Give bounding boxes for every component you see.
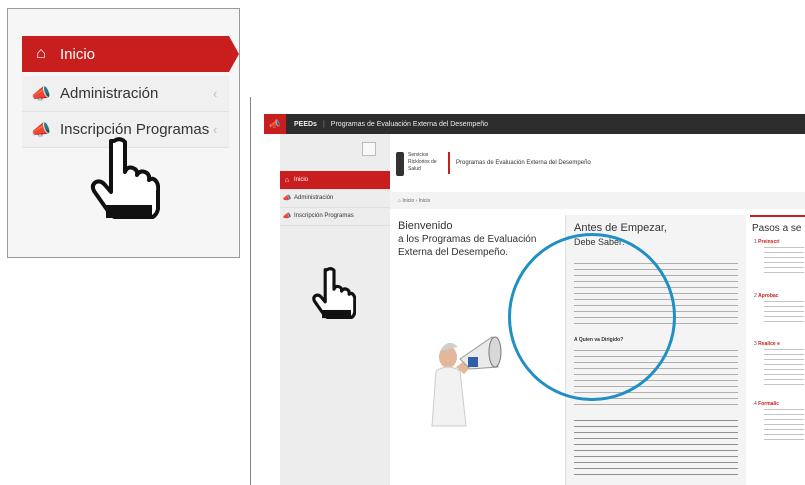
inset-menu-item-inicio[interactable]: ⌂ Inicio	[22, 36, 229, 72]
step-item: 3 Realice e	[754, 341, 780, 347]
megaphone-icon: 📣	[282, 195, 292, 202]
megaphone-icon: 📣	[282, 213, 292, 220]
sidebar-item-inscripcion-programas[interactable]: 📣 Inscripción Programas	[280, 207, 390, 226]
sidebar-item-inicio[interactable]: ⌂ Inicio	[280, 171, 390, 190]
page-edge-line	[250, 97, 251, 485]
megaphone-icon: 📣	[31, 121, 51, 139]
step-item: 2 Aprobac	[754, 293, 779, 299]
org-logo	[396, 152, 404, 176]
panel-paragraph-bold	[574, 420, 738, 480]
highlight-circle	[508, 233, 676, 401]
step-item: 1 Preinscri	[754, 239, 780, 245]
megaphone-icon: 📣	[31, 85, 51, 103]
welcome-line-1: Bienvenido	[398, 220, 453, 232]
top-navbar: 📣 PEEDs | Programas de Evaluación Extern…	[264, 114, 805, 134]
step-text	[764, 301, 804, 325]
chevron-left-icon: ‹	[213, 122, 218, 137]
sidebar-item-label: Administración	[294, 195, 334, 201]
brand-name[interactable]: PEEDs	[294, 121, 317, 128]
home-icon: ⌂	[284, 176, 290, 184]
menu-item-label: Administración	[60, 85, 159, 102]
breadcrumb-current: Inicio	[418, 197, 431, 204]
step-text	[764, 409, 804, 443]
pointing-hand-icon	[312, 267, 356, 319]
pointing-hand-icon	[90, 137, 160, 219]
step-item: 4 Formalic	[754, 401, 780, 407]
menu-item-label: Inscripción Programas	[60, 121, 210, 138]
header-divider	[448, 152, 450, 174]
separator: |	[322, 120, 325, 128]
sidebar-item-administracion[interactable]: 📣 Administración	[280, 189, 390, 208]
home-icon: ⌂	[36, 45, 46, 62]
welcome-heading: Bienvenido a los Programas de Evaluación…	[398, 220, 558, 259]
header-title: Programas de Evaluación Externa del Dese…	[456, 160, 591, 166]
navbar-title: Programas de Evaluación Externa del Dese…	[330, 120, 488, 128]
inset-menu-item-administracion[interactable]: 📣 Administración ‹	[22, 76, 229, 112]
breadcrumb: ⌂ Inicio › Inicio	[390, 192, 805, 209]
step-text	[764, 349, 804, 389]
site-header: Servicios Ricklorios de Salud Programas …	[390, 134, 805, 193]
megaphone-man-illustration	[431, 336, 502, 427]
zoomed-sidebar-inset: ⌂ Inicio 📣 Administración ‹ 📣 Inscripció…	[7, 8, 240, 258]
org-name: Servicios Ricklorios de Salud	[408, 152, 437, 172]
sidebar: ⌂ Inicio 📣 Administración 📣 Inscripción …	[280, 134, 390, 485]
megaphone-icon: 📣	[264, 114, 286, 134]
step-text	[764, 247, 804, 275]
sidebar-item-label: Inicio	[294, 177, 309, 183]
menu-item-label: Inicio	[60, 45, 96, 63]
steps-panel: Pasos a se 1 Preinscri 2 Aprobac 3 Reali…	[750, 215, 805, 485]
steps-title: Pasos a se	[752, 223, 802, 234]
site-screenshot: 📣 PEEDs | Programas de Evaluación Extern…	[250, 97, 805, 485]
chevron-left-icon: ‹	[213, 86, 218, 101]
sidebar-item-label: Inscripción Programas	[294, 213, 354, 219]
welcome-line-2: a los Programas de Evaluación	[398, 234, 537, 245]
breadcrumb-home-link[interactable]: Inicio	[402, 198, 414, 204]
active-item-arrow	[229, 36, 239, 72]
sidebar-toggle-button[interactable]	[362, 142, 376, 156]
